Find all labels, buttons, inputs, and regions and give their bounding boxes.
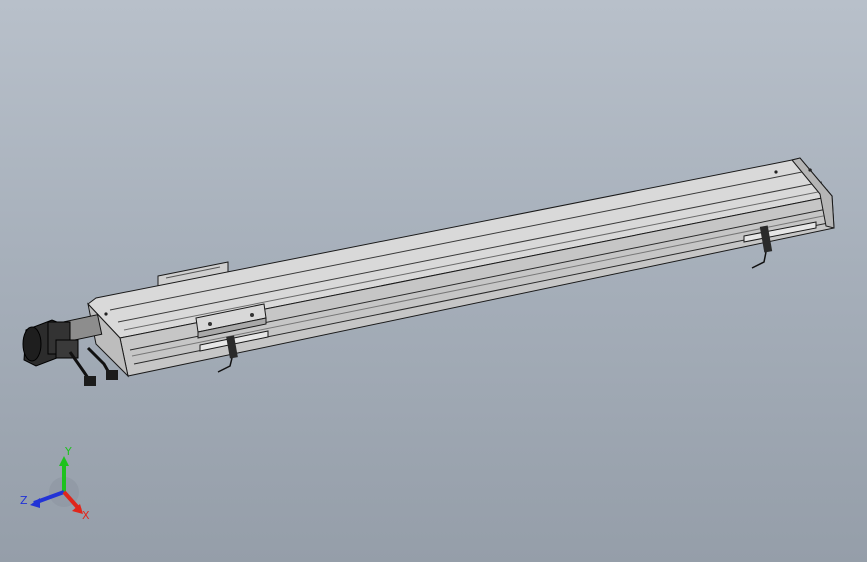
y-axis-label: Y	[64, 445, 72, 458]
coordinate-triad[interactable]: Y Z X	[14, 444, 98, 528]
linear-actuator-model[interactable]	[0, 0, 867, 562]
z-axis-label: Z	[20, 494, 28, 507]
servo-motor[interactable]	[22, 314, 103, 367]
x-axis-label: X	[82, 509, 90, 522]
3d-viewport[interactable]: Y Z X	[0, 0, 867, 562]
z-axis-arrow	[30, 498, 40, 508]
actuator-body	[87, 157, 835, 378]
